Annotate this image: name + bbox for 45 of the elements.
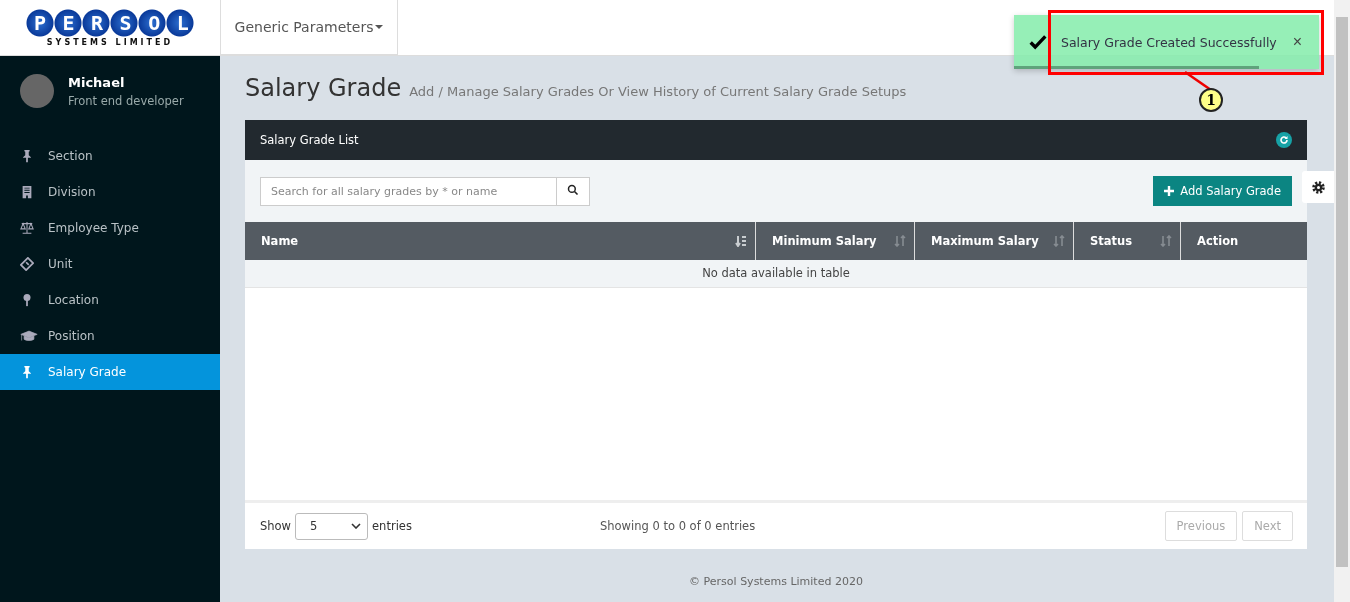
profile-role: Front end developer bbox=[68, 93, 184, 108]
sort-icon bbox=[1160, 235, 1172, 247]
page-length-select[interactable]: 5 bbox=[295, 512, 369, 540]
page-title: Salary Grade bbox=[245, 74, 402, 102]
plus-icon bbox=[1164, 186, 1175, 196]
scrollbar[interactable] bbox=[1334, 0, 1350, 602]
settings-icon bbox=[1310, 179, 1326, 195]
settings-button[interactable] bbox=[1302, 171, 1334, 203]
sort-descending-icon bbox=[735, 235, 747, 247]
profile-avatar bbox=[20, 74, 54, 108]
building-icon bbox=[20, 185, 34, 199]
checkmark-icon bbox=[1029, 33, 1047, 51]
sidebar-item[interactable]: Section bbox=[0, 138, 220, 174]
search-icon bbox=[567, 183, 579, 196]
scale-icon bbox=[20, 221, 34, 235]
graduation-cap-icon bbox=[20, 329, 38, 343]
close-button[interactable]: × bbox=[1292, 33, 1302, 51]
page-subtitle: Add / Manage Salary Grades Or View History of Current Salary Grade Setups bbox=[409, 84, 907, 99]
chevron-down-icon bbox=[351, 523, 362, 529]
pin-icon bbox=[20, 149, 34, 163]
sidebar-item[interactable]: Location bbox=[0, 282, 220, 318]
table-info: Showing 0 to 0 of 0 entries bbox=[600, 519, 757, 533]
sidebar-item[interactable]: Employee Type bbox=[0, 210, 220, 246]
sidebar-item[interactable]: Unit bbox=[0, 246, 220, 282]
ticket-icon bbox=[20, 257, 34, 271]
sidebar-item[interactable]: Position bbox=[0, 318, 220, 354]
sort-icon bbox=[894, 235, 906, 247]
search-field[interactable]: Search for all salary grades by * or name bbox=[260, 176, 557, 206]
sidebar-item[interactable]: Division bbox=[0, 174, 220, 210]
profile-name: Michael bbox=[68, 74, 126, 90]
copyright-text: © Persol Systems Limited 2020 bbox=[688, 575, 864, 588]
pin-icon bbox=[20, 365, 34, 379]
add-salary-grade-button[interactable]: Add Salary Grade bbox=[1153, 176, 1292, 206]
panel-title: Salary Grade List bbox=[260, 133, 359, 147]
callout-number: 1 bbox=[1199, 88, 1223, 112]
search-button[interactable] bbox=[557, 176, 590, 206]
toast-message: Salary Grade Created Successfully bbox=[1061, 34, 1278, 50]
refresh-icon[interactable] bbox=[1276, 132, 1292, 148]
empty-table-message: No data available in table bbox=[245, 260, 1307, 288]
sort-icon bbox=[1053, 235, 1065, 247]
generic-parameters-menu[interactable]: Generic Parameters bbox=[220, 0, 398, 55]
column-header[interactable]: Name bbox=[245, 222, 755, 260]
entries-label: entries bbox=[372, 519, 412, 533]
company-logo: PERSOL SYSTEMS LIMITED bbox=[26, 8, 194, 47]
show-label: Show bbox=[260, 519, 292, 533]
